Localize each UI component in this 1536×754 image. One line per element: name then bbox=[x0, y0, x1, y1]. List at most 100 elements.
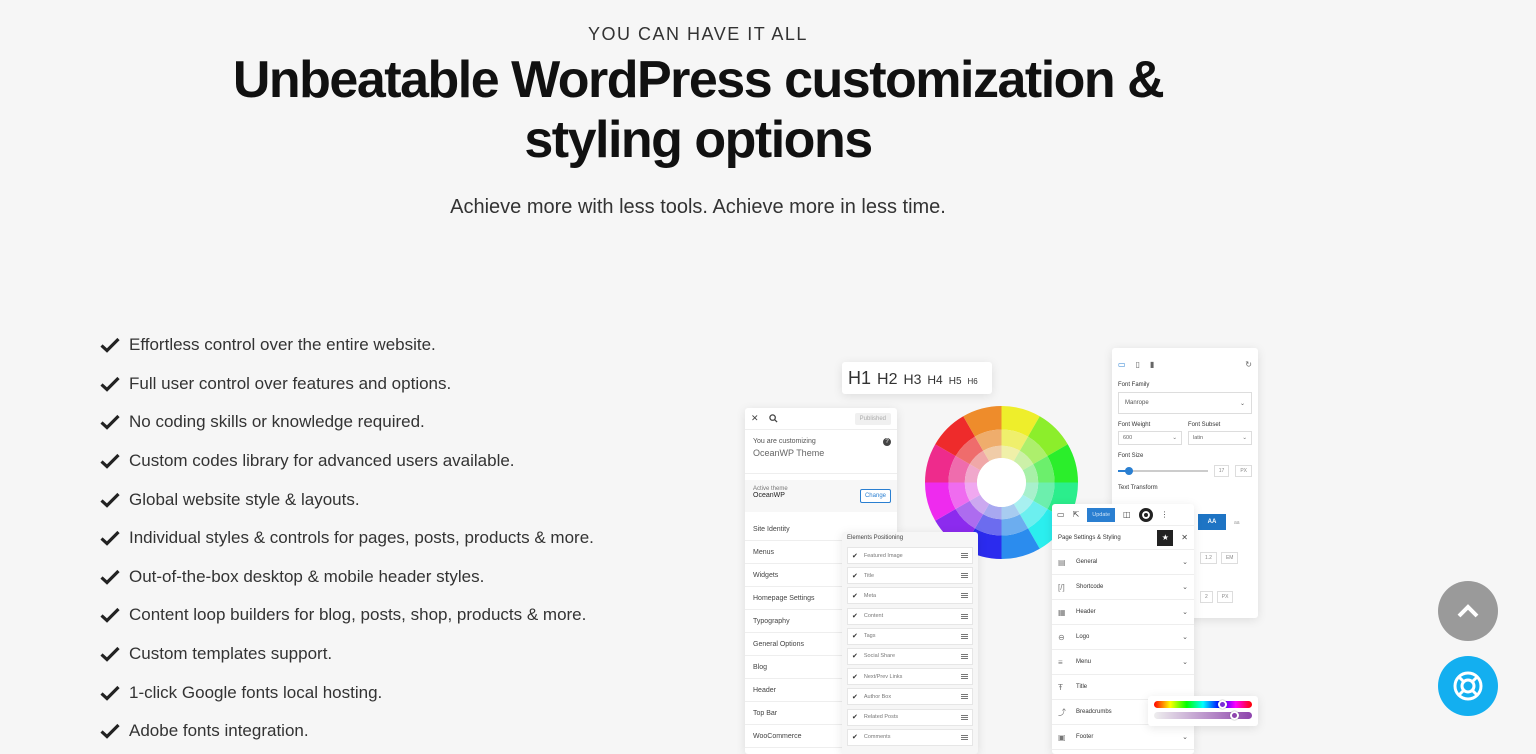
element-row: ✔ Social Share bbox=[847, 647, 973, 665]
more-options-icon: ⋮ bbox=[1160, 510, 1169, 519]
feature-text: Individual styles & controls for pages, … bbox=[129, 528, 594, 548]
slider-track bbox=[1118, 467, 1208, 475]
close-icon: ✕ bbox=[751, 413, 759, 423]
chevron-down-icon: ⌄ bbox=[1172, 435, 1177, 441]
check-icon: ✔ bbox=[852, 633, 858, 641]
element-label: Social Share bbox=[863, 653, 896, 660]
text-transform-label: Text Transform bbox=[1118, 485, 1158, 491]
feature-item: Global website style & layouts. bbox=[100, 480, 594, 519]
logo-icon: ⊖ bbox=[1058, 632, 1065, 642]
desktop-icon: ▭ bbox=[1118, 359, 1126, 369]
check-icon bbox=[100, 531, 120, 546]
sidebar-toggle-icon: ◫ bbox=[1123, 510, 1131, 519]
element-label: Title bbox=[863, 572, 875, 579]
oceanwp-icon bbox=[1138, 507, 1153, 522]
page-settings-title: Page Settings & Styling bbox=[1058, 534, 1121, 541]
text-transform-uppercase: AA bbox=[1198, 514, 1226, 530]
element-row: ✔ Meta bbox=[847, 587, 973, 605]
check-icon bbox=[100, 492, 120, 508]
feature-item: Custom templates support. bbox=[100, 635, 594, 674]
font-weight-subset-row: Font Weight 600 ⌄ Font Subset latin ⌄ bbox=[1118, 414, 1252, 445]
check-icon: ✔ bbox=[852, 572, 858, 580]
element-label: Author Box bbox=[863, 693, 892, 700]
elements-positioning-title: Elements Positioning bbox=[847, 535, 904, 541]
page-settings-header: Page Settings & Styling ★ ✕ bbox=[1052, 526, 1194, 550]
heading-h1: H1 bbox=[848, 368, 872, 388]
element-label: Next/Prev Links bbox=[863, 673, 903, 680]
drag-handle-icon bbox=[961, 714, 968, 720]
publish-button: Published bbox=[854, 412, 891, 425]
page-settings-item-label: Menu bbox=[1076, 659, 1092, 665]
chevron-down-icon: ⌄ bbox=[1182, 734, 1188, 741]
element-row: ✔ Featured Image bbox=[847, 547, 973, 564]
search-icon bbox=[768, 414, 778, 423]
hue-knob bbox=[1218, 700, 1227, 709]
help-button[interactable] bbox=[1438, 656, 1498, 716]
font-size-value: 17 bbox=[1213, 465, 1230, 477]
lifebuoy-icon bbox=[1453, 671, 1483, 701]
chevron-down-icon: ⌄ bbox=[1242, 435, 1247, 441]
alpha-slider bbox=[1154, 711, 1252, 720]
hue-slider bbox=[1154, 700, 1252, 709]
heading-h6: H6 bbox=[967, 377, 978, 386]
update-button: Update bbox=[1087, 507, 1116, 522]
customizing-info: You are customizing OceanWP Theme ? bbox=[745, 430, 897, 474]
drag-handle-icon bbox=[961, 734, 968, 740]
drag-handle-icon bbox=[961, 613, 968, 619]
check-icon bbox=[100, 376, 120, 392]
heading-h2: H2 bbox=[877, 371, 898, 388]
check-icon: ✔ bbox=[852, 592, 858, 600]
element-label: Tags bbox=[863, 633, 876, 640]
check-icon: ✔ bbox=[852, 613, 858, 621]
feature-text: Full user control over features and opti… bbox=[129, 373, 452, 393]
page-settings-item-label: Logo bbox=[1076, 634, 1090, 640]
footer-icon: ▣ bbox=[1058, 732, 1066, 742]
eyebrow: YOU CAN HAVE IT ALL bbox=[588, 24, 808, 44]
chevron-down-icon: ⌄ bbox=[1182, 559, 1188, 566]
element-label: Featured Image bbox=[863, 552, 903, 559]
menu-icon: ≡ bbox=[1058, 657, 1063, 667]
font-subset-select: latin ⌄ bbox=[1188, 431, 1252, 445]
page-settings-item: ≡ Menu ⌄ bbox=[1052, 650, 1194, 675]
page-settings-item: ⊖ Logo ⌄ bbox=[1052, 625, 1194, 650]
external-link-icon: ⇱ bbox=[1072, 510, 1080, 519]
check-icon bbox=[100, 646, 120, 662]
feature-text: Out-of-the-box desktop & mobile header s… bbox=[129, 566, 485, 586]
element-row: ✔ Content bbox=[847, 607, 973, 625]
alpha-knob bbox=[1230, 711, 1239, 720]
headline: Unbeatable WordPress customization & sty… bbox=[170, 50, 1226, 170]
check-icon bbox=[100, 569, 120, 585]
feature-text: 1-click Google fonts local hosting. bbox=[129, 682, 383, 702]
customizer-toolbar: ✕ Published bbox=[745, 408, 897, 430]
text-transform-lowercase: aa bbox=[1234, 520, 1240, 526]
element-label: Related Posts bbox=[863, 714, 899, 720]
font-weight-value: 600 bbox=[1123, 435, 1133, 441]
drag-handle-icon bbox=[961, 653, 968, 659]
close-icon: ✕ bbox=[1181, 533, 1188, 542]
headline-line-1: Unbeatable WordPress customization & bbox=[232, 51, 1165, 109]
check-icon: ✔ bbox=[852, 673, 858, 681]
check-icon bbox=[100, 453, 120, 469]
check-icon bbox=[100, 685, 120, 701]
feature-text: No coding skills or knowledge required. bbox=[129, 412, 425, 432]
font-family-value: Manrope bbox=[1125, 400, 1149, 406]
reset-icon: ↻ bbox=[1245, 359, 1252, 369]
feature-item: Out-of-the-box desktop & mobile header s… bbox=[100, 558, 594, 597]
breadcrumbs-icon: ⤴ bbox=[1058, 707, 1066, 717]
feature-list: Effortless control over the entire websi… bbox=[100, 326, 594, 751]
element-row: ✔ Tags bbox=[847, 627, 973, 645]
slider-knob bbox=[1125, 467, 1133, 475]
headline-line-2: styling options bbox=[524, 111, 873, 169]
page-settings-item: [/] Shortcode ⌄ bbox=[1052, 575, 1194, 600]
heading-h4: H4 bbox=[927, 373, 943, 387]
drag-handle-icon bbox=[961, 553, 968, 558]
page-settings-item: ▤ General ⌄ bbox=[1052, 550, 1194, 575]
drag-handle-icon bbox=[961, 694, 968, 700]
check-icon: ✔ bbox=[852, 693, 858, 701]
scroll-to-top-button[interactable] bbox=[1438, 581, 1498, 641]
font-family-select: Manrope ⌄ bbox=[1118, 392, 1252, 414]
page-settings-item-label: Footer bbox=[1076, 734, 1094, 740]
drag-handle-icon bbox=[961, 674, 968, 680]
check-icon: ✔ bbox=[852, 653, 858, 661]
feature-text: Global website style & layouts. bbox=[129, 489, 360, 509]
